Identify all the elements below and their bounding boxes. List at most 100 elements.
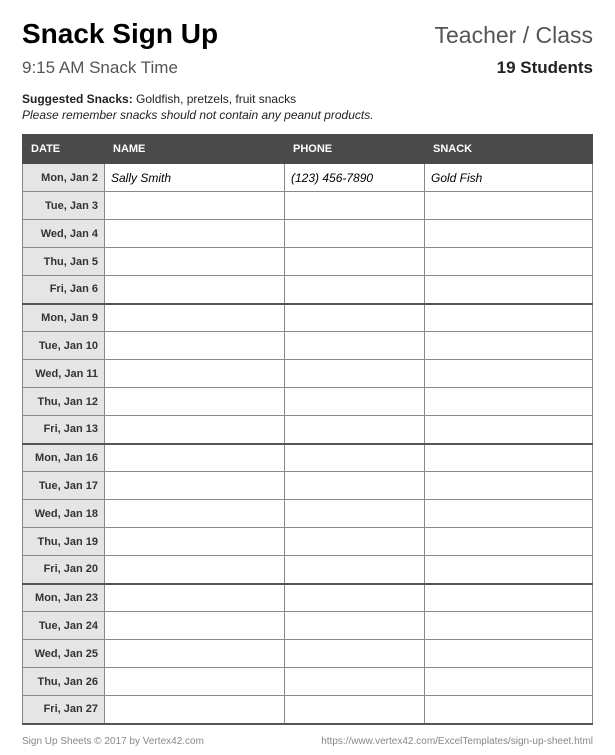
cell-snack[interactable]: [425, 640, 593, 668]
table-row: Tue, Jan 24: [23, 612, 593, 640]
cell-name[interactable]: Sally Smith: [105, 164, 285, 192]
cell-snack[interactable]: [425, 220, 593, 248]
cell-date: Mon, Jan 9: [23, 304, 105, 332]
cell-name[interactable]: [105, 528, 285, 556]
cell-phone[interactable]: [285, 220, 425, 248]
page-title: Snack Sign Up: [22, 18, 218, 50]
cell-phone[interactable]: (123) 456-7890: [285, 164, 425, 192]
table-row: Mon, Jan 2Sally Smith(123) 456-7890Gold …: [23, 164, 593, 192]
cell-phone[interactable]: [285, 696, 425, 724]
cell-snack[interactable]: [425, 584, 593, 612]
cell-name[interactable]: [105, 696, 285, 724]
cell-date: Thu, Jan 19: [23, 528, 105, 556]
table-row: Tue, Jan 17: [23, 472, 593, 500]
table-row: Wed, Jan 25: [23, 640, 593, 668]
cell-name[interactable]: [105, 332, 285, 360]
cell-name[interactable]: [105, 668, 285, 696]
cell-date: Tue, Jan 3: [23, 192, 105, 220]
cell-phone[interactable]: [285, 276, 425, 304]
suggested-label: Suggested Snacks:: [22, 92, 133, 106]
table-row: Wed, Jan 18: [23, 500, 593, 528]
cell-date: Fri, Jan 20: [23, 556, 105, 584]
cell-phone[interactable]: [285, 528, 425, 556]
cell-name[interactable]: [105, 584, 285, 612]
cell-phone[interactable]: [285, 472, 425, 500]
cell-snack[interactable]: [425, 444, 593, 472]
cell-date: Wed, Jan 18: [23, 500, 105, 528]
col-date: DATE: [23, 135, 105, 164]
table-row: Fri, Jan 20: [23, 556, 593, 584]
cell-phone[interactable]: [285, 612, 425, 640]
table-row: Thu, Jan 19: [23, 528, 593, 556]
cell-snack[interactable]: [425, 332, 593, 360]
cell-date: Tue, Jan 10: [23, 332, 105, 360]
cell-phone[interactable]: [285, 500, 425, 528]
table-row: Tue, Jan 3: [23, 192, 593, 220]
cell-date: Fri, Jan 13: [23, 416, 105, 444]
cell-name[interactable]: [105, 304, 285, 332]
cell-phone[interactable]: [285, 360, 425, 388]
cell-snack[interactable]: [425, 500, 593, 528]
cell-name[interactable]: [105, 640, 285, 668]
cell-snack[interactable]: [425, 304, 593, 332]
cell-snack[interactable]: [425, 388, 593, 416]
teacher-class: Teacher / Class: [434, 22, 593, 49]
cell-phone[interactable]: [285, 416, 425, 444]
cell-name[interactable]: [105, 500, 285, 528]
cell-snack[interactable]: [425, 248, 593, 276]
cell-date: Fri, Jan 27: [23, 696, 105, 724]
cell-snack[interactable]: [425, 472, 593, 500]
cell-snack[interactable]: [425, 528, 593, 556]
cell-snack[interactable]: Gold Fish: [425, 164, 593, 192]
peanut-note: Please remember snacks should not contai…: [22, 108, 593, 122]
cell-phone[interactable]: [285, 332, 425, 360]
cell-name[interactable]: [105, 360, 285, 388]
table-row: Mon, Jan 23: [23, 584, 593, 612]
cell-name[interactable]: [105, 444, 285, 472]
cell-snack[interactable]: [425, 192, 593, 220]
table-row: Tue, Jan 10: [23, 332, 593, 360]
col-phone: PHONE: [285, 135, 425, 164]
cell-phone[interactable]: [285, 584, 425, 612]
table-row: Mon, Jan 16: [23, 444, 593, 472]
cell-name[interactable]: [105, 612, 285, 640]
table-row: Wed, Jan 4: [23, 220, 593, 248]
cell-name[interactable]: [105, 388, 285, 416]
cell-name[interactable]: [105, 192, 285, 220]
cell-phone[interactable]: [285, 304, 425, 332]
cell-snack[interactable]: [425, 668, 593, 696]
cell-name[interactable]: [105, 556, 285, 584]
cell-name[interactable]: [105, 472, 285, 500]
cell-date: Thu, Jan 12: [23, 388, 105, 416]
students-count: 19 Students: [497, 58, 593, 78]
cell-phone[interactable]: [285, 668, 425, 696]
table-row: Thu, Jan 12: [23, 388, 593, 416]
cell-name[interactable]: [105, 416, 285, 444]
cell-date: Mon, Jan 16: [23, 444, 105, 472]
cell-phone[interactable]: [285, 556, 425, 584]
cell-snack[interactable]: [425, 276, 593, 304]
table-row: Fri, Jan 6: [23, 276, 593, 304]
cell-phone[interactable]: [285, 444, 425, 472]
cell-phone[interactable]: [285, 388, 425, 416]
cell-date: Tue, Jan 17: [23, 472, 105, 500]
cell-date: Fri, Jan 6: [23, 276, 105, 304]
cell-snack[interactable]: [425, 416, 593, 444]
suggested-snacks: Suggested Snacks: Goldfish, pretzels, fr…: [22, 92, 593, 106]
table-row: Fri, Jan 27: [23, 696, 593, 724]
cell-snack[interactable]: [425, 612, 593, 640]
cell-phone[interactable]: [285, 640, 425, 668]
cell-name[interactable]: [105, 276, 285, 304]
cell-date: Mon, Jan 23: [23, 584, 105, 612]
cell-phone[interactable]: [285, 248, 425, 276]
footer-copyright: Sign Up Sheets © 2017 by Vertex42.com: [22, 736, 204, 747]
cell-phone[interactable]: [285, 192, 425, 220]
cell-date: Tue, Jan 24: [23, 612, 105, 640]
cell-snack[interactable]: [425, 556, 593, 584]
cell-snack[interactable]: [425, 696, 593, 724]
cell-name[interactable]: [105, 248, 285, 276]
cell-snack[interactable]: [425, 360, 593, 388]
cell-date: Thu, Jan 26: [23, 668, 105, 696]
footer-url: https://www.vertex42.com/ExcelTemplates/…: [321, 736, 593, 747]
cell-name[interactable]: [105, 220, 285, 248]
